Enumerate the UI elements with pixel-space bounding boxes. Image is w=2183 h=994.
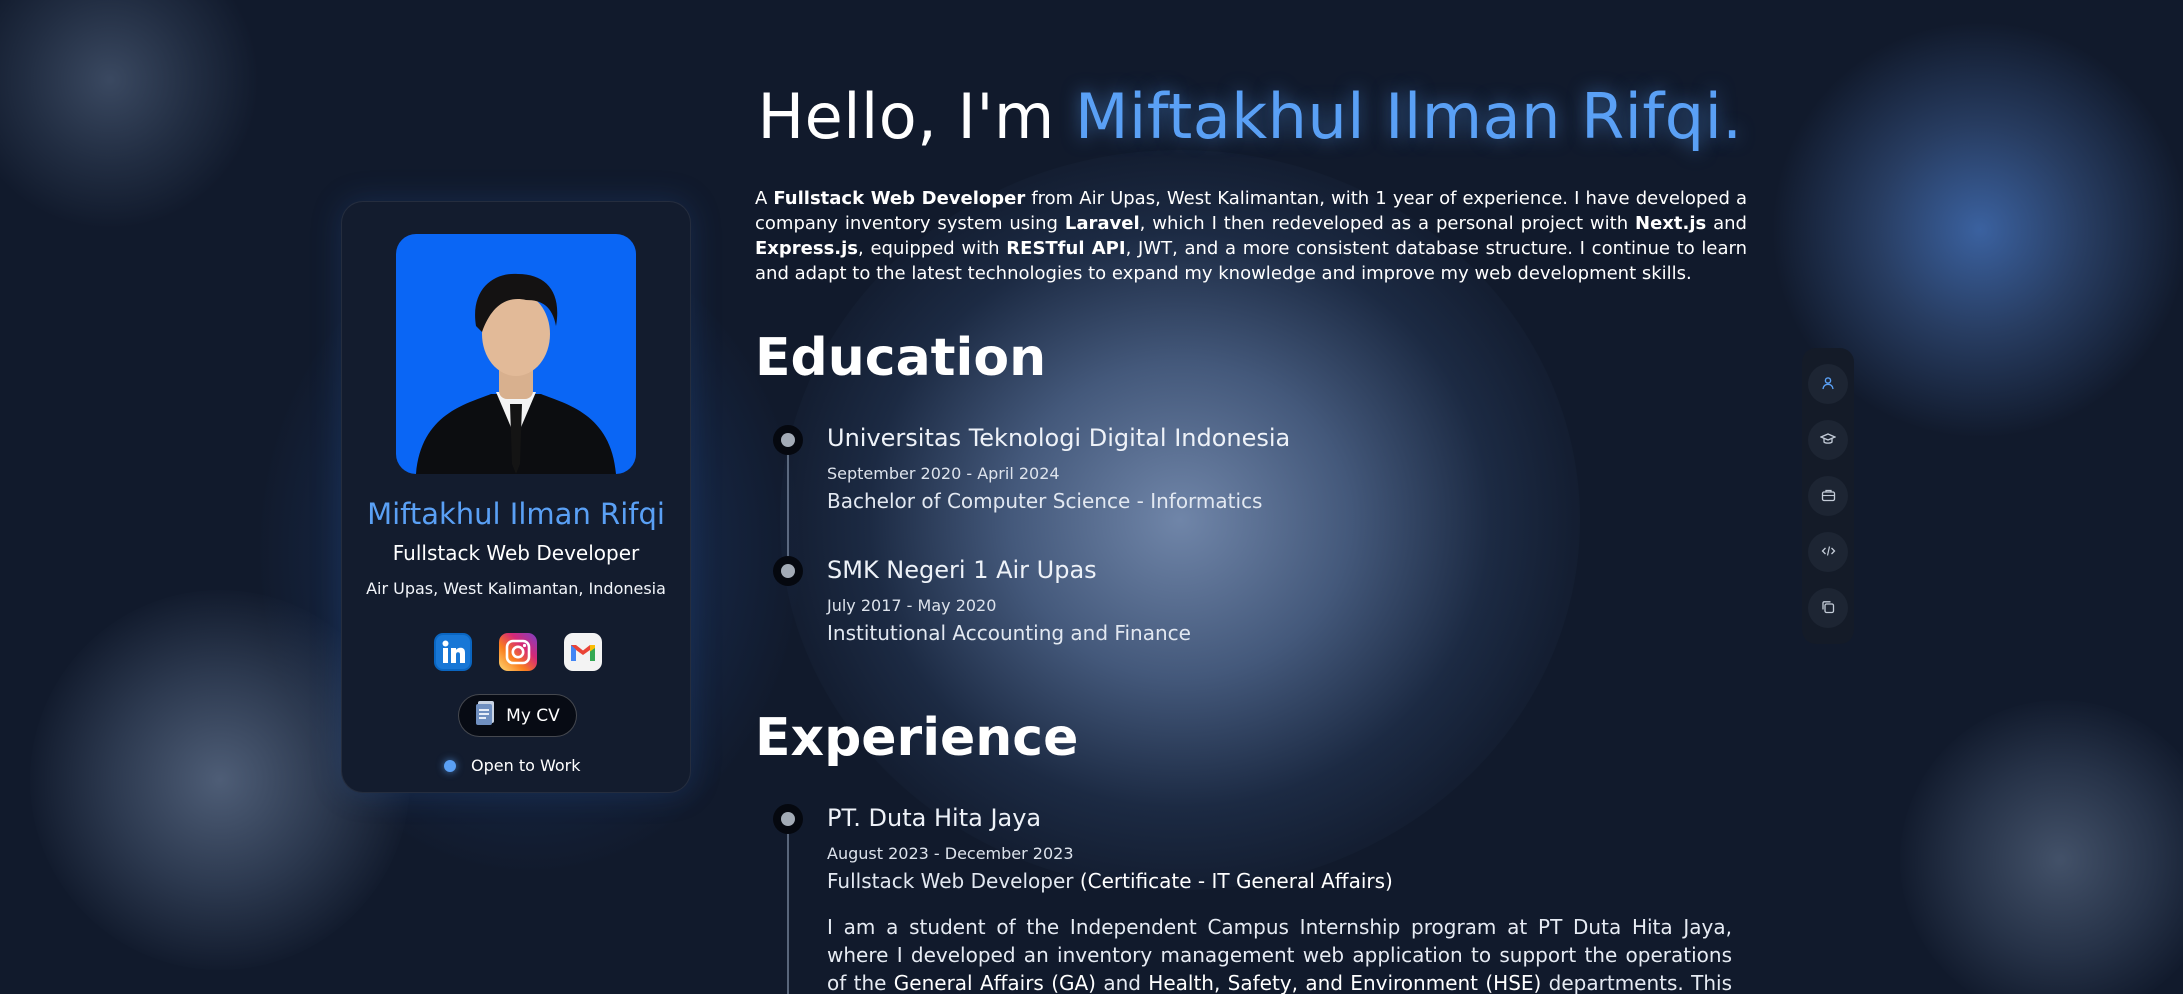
intro-text: A xyxy=(755,188,774,209)
intro-paragraph: A Fullstack Web Developer from Air Upas,… xyxy=(755,186,1747,286)
intro-text: , equipped with xyxy=(858,238,1007,259)
cv-button-label: My CV xyxy=(506,705,560,726)
background-glow xyxy=(1900,700,2183,994)
status-dot xyxy=(444,759,456,772)
status-text: Open to Work xyxy=(471,756,581,775)
profile-location: Air Upas, West Kalimantan, Indonesia xyxy=(366,579,666,598)
intro-highlight: Express.js xyxy=(755,238,859,259)
intro-highlight: Laravel xyxy=(1064,213,1140,234)
graduation-cap-icon xyxy=(1819,431,1837,450)
experience-company: PT. Duta Hita Jaya xyxy=(827,804,1042,832)
timeline-dot xyxy=(773,425,803,455)
description-highlight: Health, Safety, and Environment (HSE) xyxy=(1148,971,1542,994)
experience-timeline-line xyxy=(787,820,789,994)
intro-highlight: Next.js xyxy=(1635,213,1707,234)
briefcase-icon xyxy=(1821,487,1836,506)
experience-description: I am a student of the Independent Campus… xyxy=(827,913,1732,994)
hero-name: Miftakhul Ilman Rifqi. xyxy=(1075,80,1743,153)
nav-education-button[interactable] xyxy=(1808,420,1848,460)
education-date: September 2020 - April 2024 xyxy=(827,464,1060,483)
copy-icon xyxy=(1821,599,1835,618)
timeline-dot xyxy=(773,556,803,586)
experience-heading: Experience xyxy=(755,708,1079,768)
experience-date: August 2023 - December 2023 xyxy=(827,844,1074,863)
nav-experience-button[interactable] xyxy=(1808,476,1848,516)
intro-text: , which I then redeveloped as a personal… xyxy=(1139,213,1636,234)
experience-item: PT. Duta Hita Jaya August 2023 - Decembe… xyxy=(827,804,1732,994)
intro-highlight: RESTful API xyxy=(1006,238,1126,259)
hero-hello: Hello, I'm xyxy=(757,80,1055,153)
experience-role: Fullstack Web Developer (Certificate - I… xyxy=(827,869,1732,893)
intro-highlight: Fullstack Web Developer xyxy=(773,188,1026,209)
status-badge: Open to Work xyxy=(444,756,580,775)
nav-about-button[interactable] xyxy=(1808,364,1848,404)
education-degree: Bachelor of Computer Science - Informati… xyxy=(827,489,1263,513)
profile-role: Fullstack Web Developer xyxy=(392,541,640,565)
education-timeline-line xyxy=(787,440,789,572)
linkedin-icon[interactable] xyxy=(434,633,472,671)
instagram-icon[interactable] xyxy=(499,633,537,671)
education-school: SMK Negeri 1 Air Upas xyxy=(827,556,1097,584)
timeline-dot xyxy=(773,804,803,834)
experience-role-title: Fullstack Web Developer xyxy=(827,869,1074,893)
education-item: Universitas Teknologi Digital Indonesia … xyxy=(827,424,1732,513)
education-item: SMK Negeri 1 Air Upas July 2017 - May 20… xyxy=(827,556,1732,645)
document-icon xyxy=(475,700,497,731)
education-heading: Education xyxy=(755,328,1047,388)
profile-photo xyxy=(396,234,636,474)
background-glow xyxy=(0,0,260,230)
education-date: July 2017 - May 2020 xyxy=(827,596,997,615)
hero-heading: Hello, I'm Miftakhul Ilman Rifqi. xyxy=(755,80,1745,153)
description-highlight: General Affairs (GA) xyxy=(893,971,1096,994)
description-text: and xyxy=(1095,971,1149,994)
education-school: Universitas Teknologi Digital Indonesia xyxy=(827,424,1291,452)
nav-certificates-button[interactable] xyxy=(1808,588,1848,628)
nav-projects-button[interactable] xyxy=(1808,532,1848,572)
intro-text: and xyxy=(1706,213,1747,234)
profile-name: Miftakhul Ilman Rifqi xyxy=(367,497,665,531)
social-links xyxy=(434,633,602,671)
gmail-icon[interactable] xyxy=(564,633,602,671)
user-icon xyxy=(1821,375,1835,394)
section-nav xyxy=(1802,348,1854,644)
profile-card: Miftakhul Ilman Rifqi Fullstack Web Deve… xyxy=(341,201,691,793)
code-icon xyxy=(1821,543,1836,562)
cv-button[interactable]: My CV xyxy=(458,694,577,737)
experience-role-note: (Certificate - IT General Affairs) xyxy=(1079,869,1393,893)
education-degree: Institutional Accounting and Finance xyxy=(827,621,1191,645)
